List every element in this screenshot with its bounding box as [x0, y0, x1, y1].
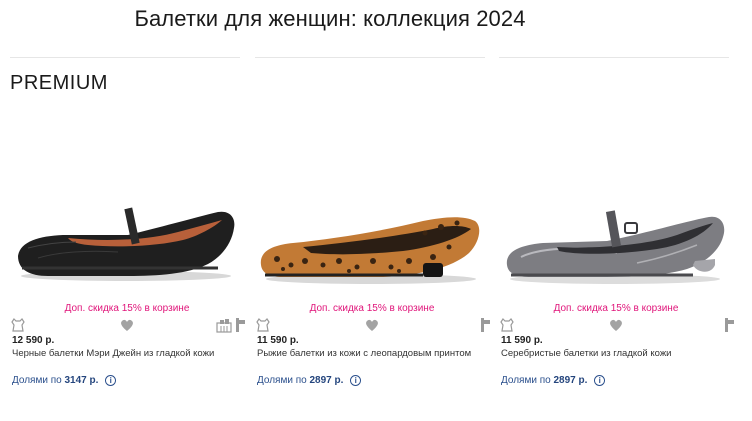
- product-card[interactable]: Доп. скидка 15% в корзине 11 590 р. Рыжи…: [253, 58, 491, 421]
- product-name[interactable]: Серебристые балетки из гладкой кожи: [501, 348, 671, 359]
- product-name[interactable]: Рыжие балетки из кожи с леопардовым прин…: [257, 348, 471, 359]
- leather-icon: [499, 317, 515, 333]
- favorite-heart-icon[interactable]: [364, 317, 380, 333]
- info-icon[interactable]: i: [594, 375, 606, 386]
- heel-height-icon: [721, 317, 737, 333]
- promo-discount-text: Доп. скидка 15% в корзине: [309, 303, 435, 314]
- info-icon[interactable]: i: [350, 375, 362, 386]
- installment-offer[interactable]: Долями по 3147 р. i: [12, 375, 117, 386]
- product-image[interactable]: [497, 203, 735, 288]
- product-card[interactable]: Доп. скидка 15% в корзине 12 590 р. Черн…: [8, 58, 246, 421]
- page-title: Балетки для женщин: коллекция 2024: [134, 6, 526, 31]
- product-price: 12 590 р.: [12, 335, 55, 346]
- heel-height-icon: [232, 317, 248, 333]
- product-icons-row: [8, 317, 246, 335]
- installment-amount: 2897 р.: [553, 375, 588, 386]
- black-mary-jane-shoe-image: [18, 207, 235, 281]
- installment-prefix: Долями по: [257, 375, 307, 386]
- installment-prefix: Долями по: [12, 375, 62, 386]
- info-icon[interactable]: i: [105, 375, 117, 386]
- installment-offer[interactable]: Долями по 2897 р. i: [501, 375, 606, 386]
- favorite-heart-icon[interactable]: [608, 317, 624, 333]
- leopard-print-ballet-flat-image: [260, 217, 480, 284]
- product-name[interactable]: Черные балетки Мэри Джейн из гладкой кож…: [12, 348, 214, 359]
- store-availability-icon[interactable]: [216, 317, 232, 333]
- product-image[interactable]: [253, 203, 491, 288]
- silver-mary-jane-shoe-image: [506, 210, 725, 284]
- favorite-heart-icon[interactable]: [119, 317, 135, 333]
- product-card[interactable]: Доп. скидка 15% в корзине 11 590 р. Сере…: [497, 58, 735, 421]
- installment-offer[interactable]: Долями по 2897 р. i: [257, 375, 362, 386]
- installment-amount: 3147 р.: [64, 375, 99, 386]
- installment-amount: 2897 р.: [309, 375, 344, 386]
- leather-icon: [255, 317, 271, 333]
- promo-discount-text: Доп. скидка 15% в корзине: [553, 303, 679, 314]
- product-price: 11 590 р.: [501, 335, 543, 346]
- product-price: 11 590 р.: [257, 335, 299, 346]
- installment-prefix: Долями по: [501, 375, 551, 386]
- product-icons-row: [253, 317, 491, 335]
- promo-discount-text: Доп. скидка 15% в корзине: [64, 303, 190, 314]
- leather-icon: [10, 317, 26, 333]
- heel-height-icon: [477, 317, 493, 333]
- product-image[interactable]: [8, 198, 246, 288]
- product-icons-row: [497, 317, 735, 335]
